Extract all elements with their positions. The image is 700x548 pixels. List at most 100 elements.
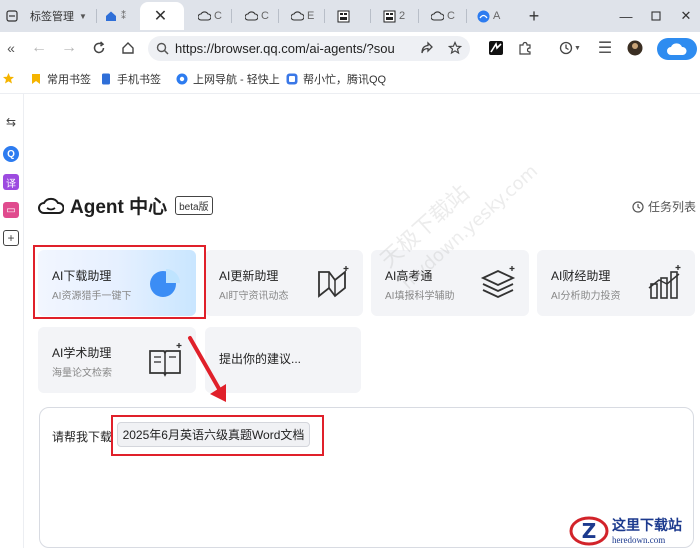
page-title: Agent 中心 beta版	[38, 192, 213, 218]
cloud-icon	[667, 43, 687, 55]
translate-icon[interactable]: 译	[3, 174, 19, 190]
minimize-button[interactable]: —	[616, 6, 636, 26]
cloud-icon	[290, 9, 304, 23]
tab-cloud-2[interactable]: C	[240, 2, 274, 30]
extension-logo-icon[interactable]	[485, 37, 507, 59]
new-tab-button[interactable]: +	[524, 6, 544, 26]
tab-label: E	[307, 10, 315, 22]
chevron-down-icon[interactable]: ▼	[79, 12, 87, 21]
site-icon	[382, 9, 396, 23]
book-icon	[149, 343, 182, 377]
task-list-link[interactable]: 任务列表	[632, 198, 696, 215]
bookmark-label: 常用书签	[47, 74, 91, 86]
video-icon[interactable]: ▭	[3, 202, 19, 218]
layers-icon	[480, 266, 516, 298]
search-icon[interactable]: Q	[3, 146, 19, 162]
helper-icon	[286, 73, 298, 85]
maximize-button[interactable]	[646, 6, 666, 26]
highlight-box-card	[33, 245, 206, 319]
left-sidebar: ⇆ Q 译 ▭ +	[0, 94, 24, 548]
cloud-icon	[244, 9, 258, 23]
tab-site-2[interactable]: 2	[378, 2, 412, 30]
prompt-prefix: 请帮我下载	[52, 430, 113, 444]
tab-cloud-3[interactable]: E	[286, 2, 320, 30]
tab-active[interactable]: ✕	[140, 2, 184, 30]
reload-button[interactable]	[88, 37, 110, 59]
card-subtitle: AI填报科学辅助	[385, 291, 455, 302]
tab-cloud-1[interactable]: C	[193, 2, 227, 30]
bookmark-label: 上网导航 - 轻快上	[193, 74, 280, 86]
bookmark-label: 手机书签	[117, 74, 161, 86]
chevron-down-icon: ▼	[574, 44, 581, 52]
site-icon	[336, 9, 350, 23]
agent-card-update[interactable]: AI更新助理 AI盯守资讯动态	[205, 250, 363, 316]
task-list-label: 任务列表	[648, 200, 697, 214]
bookmarks-bar: 常用书签 手机书签 上网导航 - 轻快上 帮小忙，腾讯QQ	[0, 64, 700, 94]
clock-icon	[632, 200, 644, 213]
bookmark-label: 帮小忙，腾讯QQ	[303, 74, 387, 86]
logo-title: 这里下载站	[612, 518, 682, 534]
finance-chart-icon	[648, 265, 681, 299]
cloud-sync-button[interactable]	[657, 38, 697, 60]
collapse-sidebar-icon[interactable]: «	[0, 37, 22, 59]
url-text: https://browser.qq.com/ai-agents/?sou	[175, 41, 395, 56]
tab-cloud-4[interactable]: C	[426, 2, 460, 30]
update-icon	[318, 266, 349, 298]
tab-label: A	[493, 10, 501, 22]
bookmark-common[interactable]: 常用书签	[30, 71, 91, 87]
tab-browser[interactable]: A	[472, 2, 506, 30]
agent-card-finance[interactable]: AI财经助理 AI分析助力投资	[537, 250, 695, 316]
menu-icon[interactable]: ☰	[594, 37, 616, 59]
card-subtitle: AI分析助力投资	[551, 291, 621, 302]
avatar[interactable]	[624, 37, 646, 59]
star-icon[interactable]	[2, 72, 15, 90]
card-title: AI财经助理	[551, 269, 611, 283]
tab-label: C	[214, 10, 222, 22]
tab-site-1[interactable]	[332, 2, 362, 30]
share-icon[interactable]	[416, 37, 438, 59]
tab-label: C	[261, 10, 269, 22]
card-title: AI更新助理	[219, 269, 279, 283]
tab-strip: 标签管理 ▼ ⁑ ✕ C C E 2 C A + — ✕	[0, 0, 700, 32]
puzzle-icon[interactable]	[514, 37, 536, 59]
tab-menu-icon[interactable]	[2, 6, 22, 26]
star-icon[interactable]	[444, 37, 466, 59]
card-subtitle: AI盯守资讯动态	[219, 291, 289, 302]
add-icon[interactable]: +	[3, 230, 19, 246]
tab-label: ⁑	[121, 10, 126, 22]
bookmark-nav[interactable]: 上网导航 - 轻快上	[176, 71, 280, 87]
tab-label: C	[447, 10, 455, 22]
annotation-arrow-icon	[188, 336, 226, 402]
bookmark-helper[interactable]: 帮小忙，腾讯QQ	[286, 71, 386, 87]
history-button[interactable]: ▼	[556, 37, 584, 59]
tab-bookmark-manager[interactable]: 标签管理 ▼	[26, 2, 96, 30]
beta-badge: beta版	[175, 195, 213, 215]
window-close-button[interactable]: ✕	[676, 6, 696, 26]
page-title-text: Agent 中心	[70, 196, 168, 218]
close-icon[interactable]: ✕	[154, 8, 168, 25]
swap-icon[interactable]: ⇆	[3, 114, 19, 130]
home-button[interactable]	[117, 37, 139, 59]
tab-label: 标签管理	[30, 11, 74, 23]
tab-label: 2	[399, 10, 406, 22]
bookmark-mobile[interactable]: 手机书签	[100, 71, 161, 87]
logo-z-icon: Z	[569, 516, 609, 546]
highlight-box-chip	[111, 415, 324, 456]
home-icon	[104, 9, 118, 23]
svg-text:Z: Z	[582, 519, 597, 543]
search-icon	[156, 42, 169, 55]
agent-card-academic[interactable]: AI学术助理 海量论文检索	[38, 327, 196, 393]
cloud-logo-icon	[38, 197, 64, 214]
nav-icon	[176, 73, 188, 85]
navigation-bar: « ← → https://browser.qq.com/ai-agents/?…	[0, 32, 700, 64]
bookmark-icon	[30, 73, 42, 85]
back-button[interactable]: ←	[28, 37, 50, 59]
forward-button[interactable]: →	[58, 37, 80, 59]
logo-domain: heredown.com	[612, 535, 666, 545]
card-subtitle: 海量论文检索	[52, 368, 112, 379]
card-title: AI学术助理	[52, 346, 112, 360]
cloud-icon	[430, 9, 444, 23]
cloud-icon	[197, 9, 211, 23]
site-logo: Z 这里下载站 heredown.com	[568, 512, 700, 548]
tab-home[interactable]: ⁑	[100, 2, 134, 30]
